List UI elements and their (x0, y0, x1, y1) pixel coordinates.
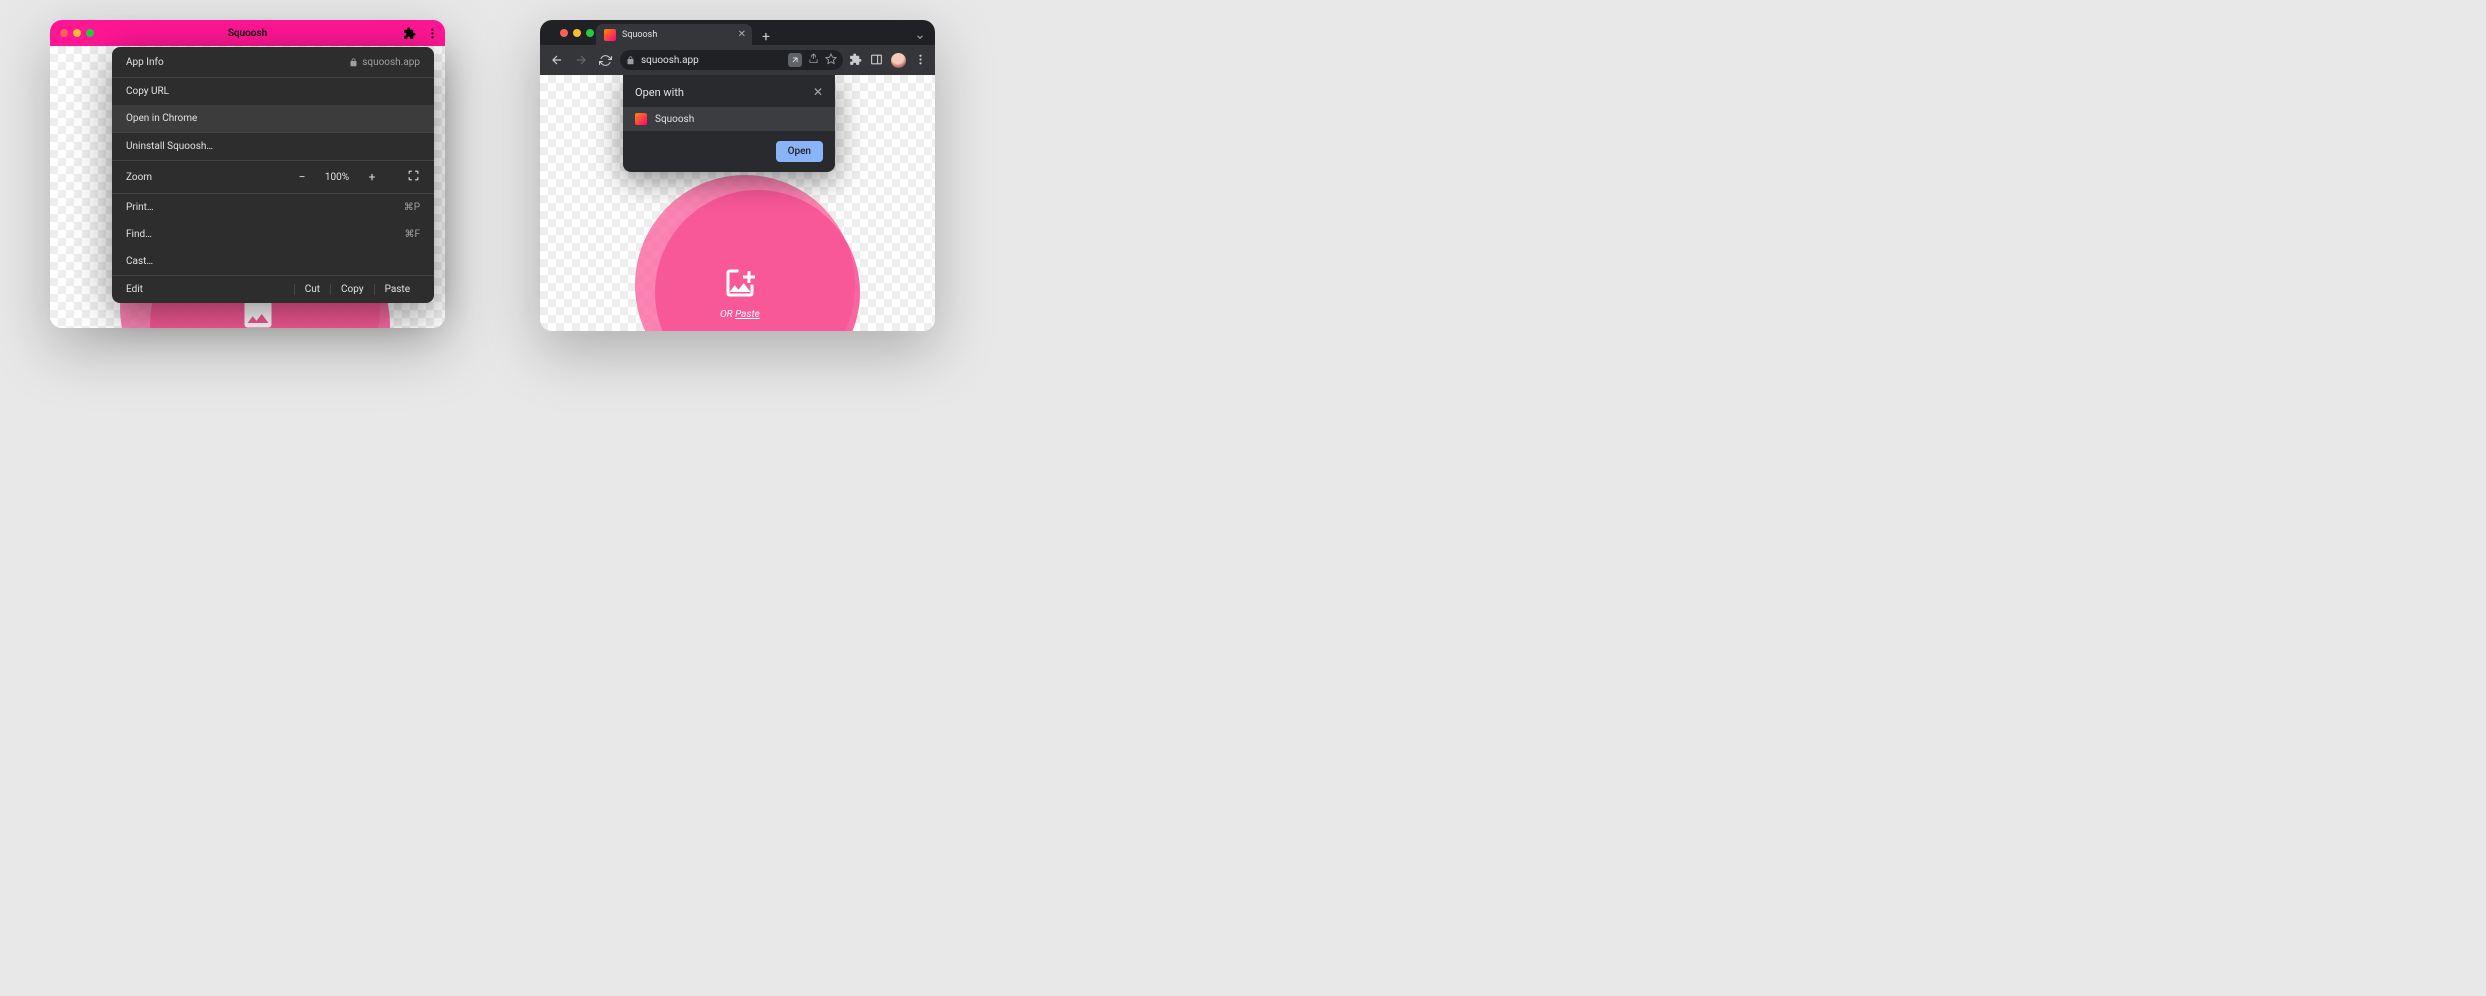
menu-print[interactable]: Print… ⌘P (112, 194, 434, 221)
favicon-icon (604, 29, 616, 41)
sidepanel-icon[interactable] (870, 51, 883, 70)
menu-uninstall[interactable]: Uninstall Squoosh… (112, 133, 434, 160)
url-text: squoosh.app (641, 55, 782, 66)
menu-paste[interactable]: Paste (374, 284, 420, 295)
menu-edit-row: Edit Cut Copy Paste (112, 276, 434, 303)
tab-close-icon[interactable]: ✕ (738, 29, 746, 40)
fullscreen-icon[interactable] (407, 169, 420, 185)
open-with-title: Open with (635, 86, 813, 99)
menu-label: App Info (126, 57, 349, 68)
image-add-icon (722, 265, 758, 301)
share-icon[interactable] (808, 53, 819, 67)
menu-copy-url[interactable]: Copy URL (112, 78, 434, 105)
app-menu-icon[interactable] (426, 27, 439, 40)
paste-link[interactable]: Paste (735, 309, 760, 320)
tab-strip: Squoosh ✕ + (540, 20, 935, 45)
traffic-lights (560, 29, 594, 37)
menu-cut[interactable]: Cut (294, 284, 330, 295)
menu-app-info[interactable]: App Info squoosh.app (112, 47, 434, 77)
open-with-item[interactable]: Squoosh (623, 107, 835, 131)
open-with-item-label: Squoosh (655, 114, 694, 125)
close-icon[interactable]: ✕ (813, 85, 823, 99)
lock-icon (626, 56, 635, 65)
menu-copy[interactable]: Copy (330, 284, 374, 295)
new-tab-button[interactable]: + (752, 29, 780, 45)
open-pwa-icon[interactable] (788, 53, 802, 67)
app-menu-popup: App Info squoosh.app Copy URL Open in Ch… (112, 47, 434, 303)
minimize-window-button[interactable] (573, 29, 581, 37)
open-with-popup: Open with ✕ Squoosh Open (623, 75, 835, 172)
close-window-button[interactable] (560, 29, 568, 37)
bookmark-star-icon[interactable] (825, 53, 837, 68)
browser-toolbar: squoosh.app (540, 45, 935, 75)
profile-avatar[interactable] (891, 53, 906, 68)
chrome-menu-icon[interactable] (914, 51, 927, 70)
chrome-frame: Squoosh ✕ + squoosh.app (540, 20, 935, 75)
pwa-title: Squoosh (50, 28, 445, 39)
menu-zoom: Zoom − 100% + (112, 161, 434, 193)
zoom-value: 100% (317, 172, 357, 183)
reload-icon[interactable] (596, 51, 614, 69)
fullscreen-window-button[interactable] (586, 29, 594, 37)
extensions-icon[interactable] (403, 27, 416, 40)
open-button[interactable]: Open (776, 141, 823, 162)
menu-open-in-chrome[interactable]: Open in Chrome (112, 105, 434, 132)
shortcut-label: ⌘P (404, 202, 420, 213)
chrome-window: Squoosh ✕ + squoosh.app (540, 20, 935, 331)
omnibox[interactable]: squoosh.app (620, 50, 843, 70)
lock-icon (349, 58, 358, 67)
menu-domain: squoosh.app (349, 57, 420, 68)
drop-area[interactable]: OR Paste (720, 265, 760, 320)
app-icon (635, 113, 647, 125)
drop-hint: OR Paste (720, 309, 760, 320)
tab-dropdown-icon[interactable] (915, 32, 925, 45)
chrome-content: OR Paste Open with ✕ Squoosh Open (540, 75, 935, 331)
tab-title: Squoosh (622, 30, 657, 40)
zoom-out-button[interactable]: − (287, 170, 317, 184)
forward-icon[interactable] (572, 51, 590, 69)
shortcut-label: ⌘F (404, 229, 420, 240)
zoom-in-button[interactable]: + (357, 170, 387, 184)
menu-cast[interactable]: Cast… (112, 248, 434, 275)
back-icon[interactable] (548, 51, 566, 69)
pwa-titlebar: Squoosh (50, 20, 445, 46)
extensions-icon[interactable] (849, 51, 862, 70)
browser-tab[interactable]: Squoosh ✕ (596, 24, 752, 45)
menu-find[interactable]: Find… ⌘F (112, 221, 434, 248)
